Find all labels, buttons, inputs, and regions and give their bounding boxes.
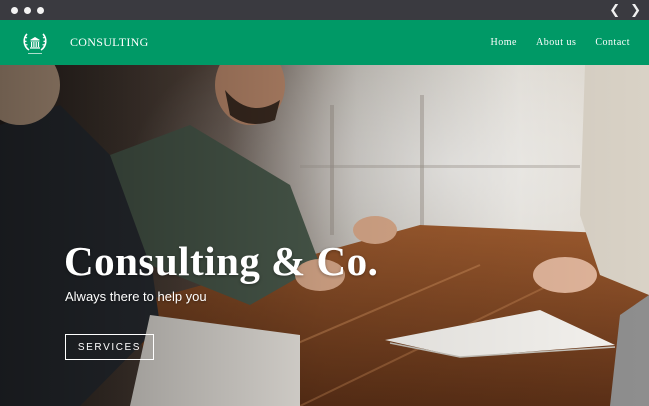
site-header: CONSULTING Home About us Contact — [0, 20, 649, 65]
history-controls: ❮ ❯ — [609, 4, 641, 17]
main-nav: Home About us Contact — [491, 37, 630, 48]
nav-link-home[interactable]: Home — [491, 37, 517, 48]
nav-link-contact[interactable]: Contact — [595, 37, 630, 48]
chevron-left-icon[interactable]: ❮ — [609, 4, 620, 17]
window-dot-maximize[interactable] — [37, 6, 44, 14]
window-dot-close[interactable] — [11, 6, 18, 14]
hero-subtitle: Always there to help you — [65, 289, 207, 304]
chevron-right-icon[interactable]: ❯ — [630, 4, 641, 17]
services-button[interactable]: SERVICES — [65, 334, 154, 360]
browser-window: ❮ ❯ CONSULTING Home About us Contact Con… — [0, 0, 649, 406]
browser-chrome: ❮ ❯ — [0, 0, 649, 20]
window-controls — [11, 6, 44, 14]
hero-section: Consulting & Co. Always there to help yo… — [0, 65, 649, 406]
nav-link-about-us[interactable]: About us — [536, 37, 576, 48]
brand-name[interactable]: CONSULTING — [70, 35, 149, 50]
laurel-building-logo-icon[interactable] — [20, 28, 50, 58]
window-dot-minimize[interactable] — [24, 6, 31, 14]
hero-title: Consulting & Co. — [64, 238, 379, 284]
